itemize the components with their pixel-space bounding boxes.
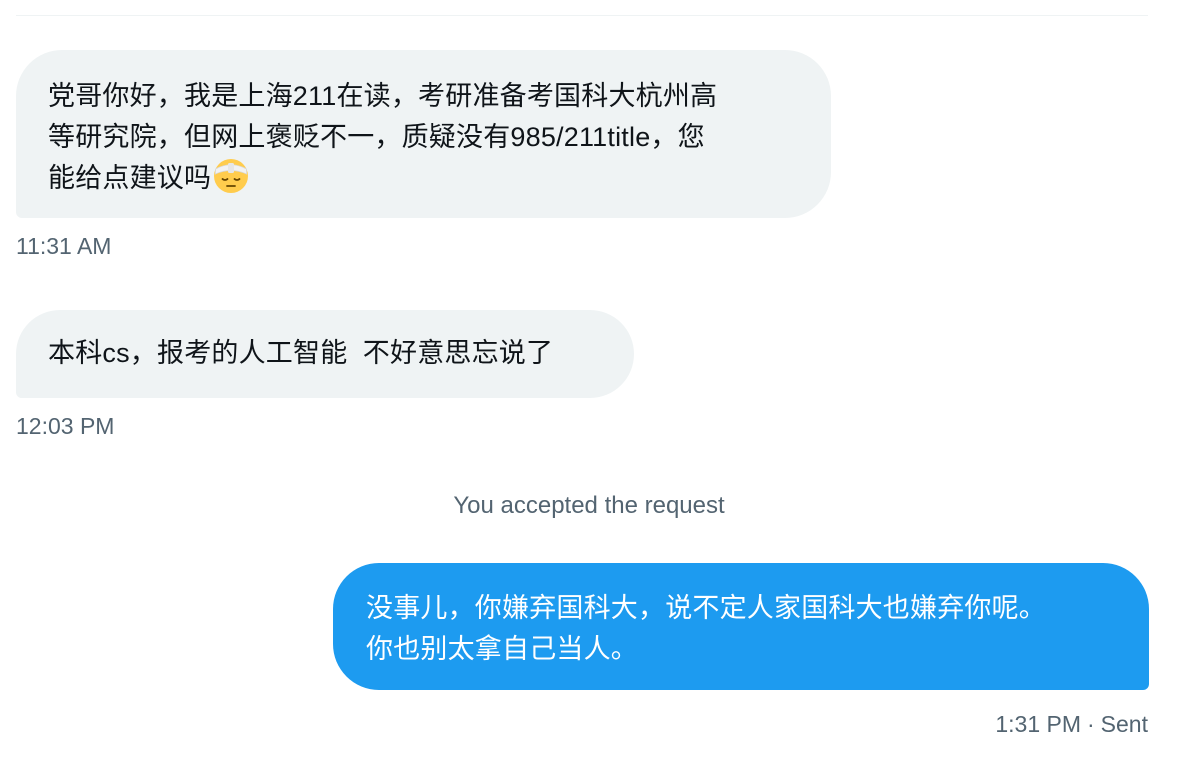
message-text-line: 没事儿，你嫌弃国科大，说不定人家国科大也嫌弃你呢。 [366,593,1046,623]
received-message-bubble[interactable]: 本科cs，报考的人工智能 不好意思忘说了 [16,310,634,398]
received-message-bubble[interactable]: 党哥你好，我是上海211在读，考研准备考国科大杭州高 等研究院，但网上褒贬不一，… [16,50,831,218]
message-timestamp: 1:31 PM [995,711,1081,737]
message-text-line: 你也别太拿自己当人。 [366,634,638,664]
message-text-line: 能给点建议吗 [48,158,791,199]
face-with-head-bandage-icon [213,158,249,194]
request-accepted-notice: You accepted the request [453,492,725,519]
message-text-fragment: 能给点建议吗 [48,163,212,193]
sent-message-meta: 1:31 PM · Sent [995,710,1148,738]
message-text-line: 等研究院，但网上褒贬不一，质疑没有985/211title，您 [48,122,705,152]
message-text-line: 党哥你好，我是上海211在读，考研准备考国科大杭州高 [48,81,718,111]
message-timestamp: 12:03 PM [16,413,115,439]
sent-message-bubble[interactable]: 没事儿，你嫌弃国科大，说不定人家国科大也嫌弃你呢。 你也别太拿自己当人。 [333,563,1149,690]
message-timestamp: 11:31 AM [16,233,112,259]
top-divider [16,15,1148,16]
dm-conversation: { "conversation": { "messages": [ { "dir… [0,0,1178,778]
message-text-line: 本科cs，报考的人工智能 不好意思忘说了 [48,338,554,368]
meta-separator: · [1087,711,1095,737]
delivery-status: Sent [1100,711,1148,737]
